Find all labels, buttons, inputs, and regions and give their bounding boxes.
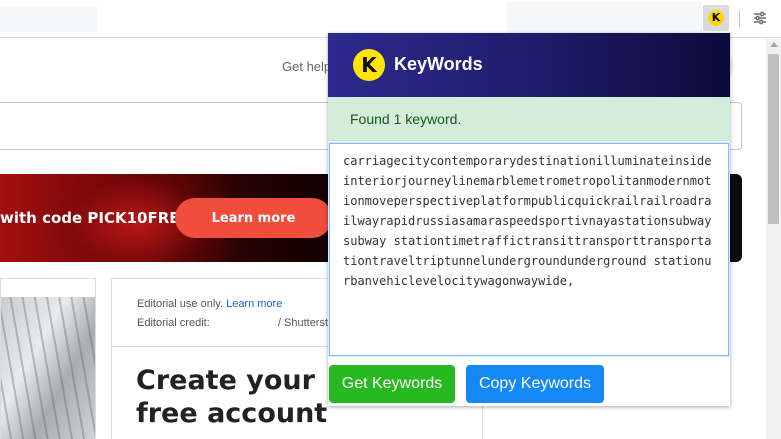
editorial-credit: Editorial credit: / Shutterstock [137, 317, 345, 329]
keywords-extension-button[interactable]: K [703, 5, 729, 31]
copy-keywords-button[interactable]: Copy Keywords [466, 365, 604, 403]
learn-more-button[interactable]: Learn more [175, 198, 332, 238]
get-help-link[interactable]: Get help [282, 59, 331, 74]
scroll-up-arrow-icon[interactable] [770, 42, 778, 47]
browser-window: K Get help with code PICK10FREE Learn mo… [0, 0, 781, 439]
toolbar-field [507, 2, 702, 34]
signup-headline: Create your free account [136, 365, 328, 429]
address-bar[interactable] [0, 6, 97, 32]
sliders-icon[interactable] [752, 10, 768, 26]
keywords-logo-icon: K [353, 49, 385, 81]
keywords-extension-icon: K [708, 10, 724, 26]
promo-text: with code PICK10FREE [0, 209, 190, 227]
scrollbar-thumb[interactable] [768, 54, 779, 224]
image-card [0, 278, 96, 439]
editorial-learn-more-link[interactable]: Learn more [226, 298, 282, 310]
popup-title: KeyWords [394, 54, 483, 74]
popup-header: K KeyWords [328, 33, 730, 97]
keywords-textarea[interactable]: carriagecitycontemporarydestinationillum… [329, 143, 729, 356]
editorial-use-text: Editorial use only. [137, 298, 224, 310]
toolbar-divider [739, 10, 740, 27]
editorial-notice: Editorial use only. Learn more [137, 298, 282, 310]
editorial-credit-label: Editorial credit: [137, 317, 210, 329]
keywords-popup: K KeyWords Found 1 keyword. carriagecity… [328, 33, 730, 406]
status-alert: Found 1 keyword. [328, 97, 730, 141]
get-keywords-button[interactable]: Get Keywords [329, 365, 455, 403]
stock-photo[interactable] [1, 297, 95, 439]
